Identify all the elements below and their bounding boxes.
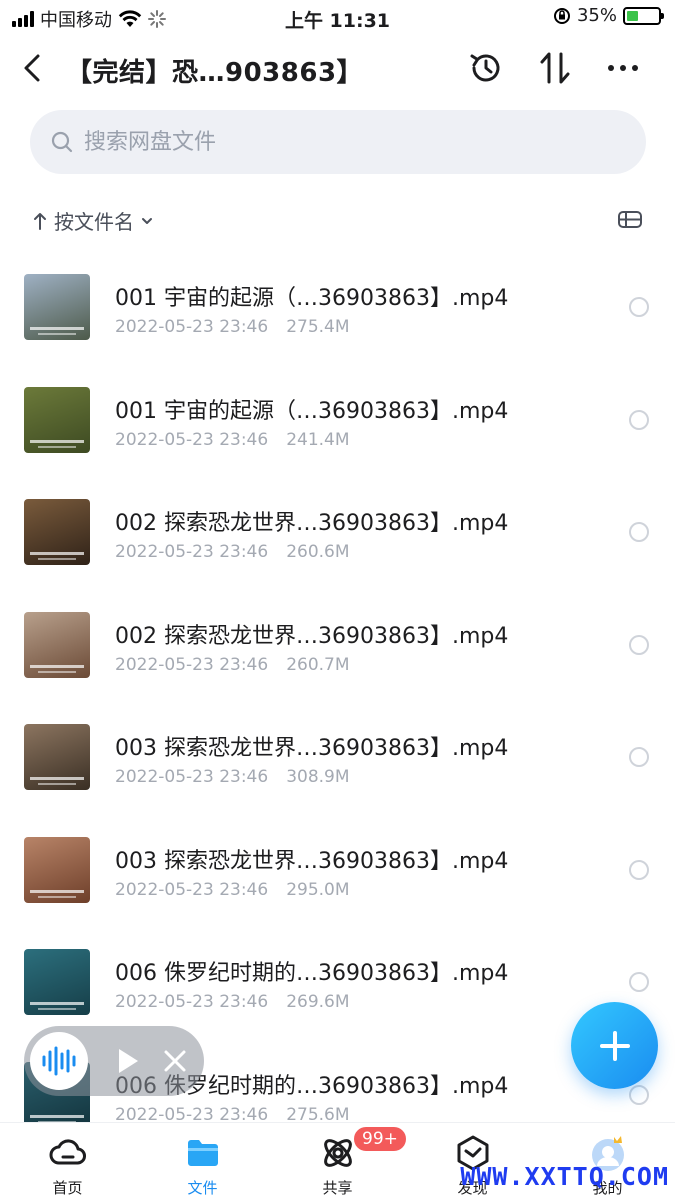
close-player-button[interactable]	[160, 1046, 190, 1076]
file-size: 260.7M	[286, 654, 350, 675]
select-radio[interactable]	[629, 1084, 649, 1105]
search-icon	[51, 131, 73, 153]
plus-icon	[599, 1030, 630, 1061]
sort-button[interactable]	[535, 48, 575, 88]
video-thumbnail	[24, 386, 90, 453]
select-radio[interactable]	[629, 297, 649, 317]
file-date: 2022-05-23 23:46	[115, 767, 269, 787]
sort-label: 按文件名	[54, 210, 134, 234]
view-mode-button[interactable]	[617, 208, 643, 232]
video-thumbnail	[24, 274, 90, 340]
file-meta: 2022-05-23 23:46 260.7M	[115, 655, 350, 675]
sort-by-name-button[interactable]: 按文件名	[32, 206, 154, 235]
tab-label: 首页	[52, 1179, 83, 1197]
list-view-icon	[618, 211, 642, 228]
file-meta: 2022-05-23 23:46 295.0M	[115, 880, 350, 900]
select-radio[interactable]	[629, 747, 649, 767]
more-button[interactable]	[603, 48, 643, 88]
more-icon	[608, 65, 638, 71]
file-size: 295.0M	[286, 879, 350, 900]
file-date: 2022-05-23 23:46	[115, 654, 269, 675]
file-row[interactable]: 002 探索恐龙世界…36903863】.mp4 2022-05-23 23:4…	[0, 588, 675, 701]
file-name: 003 探索恐龙世界…36903863】.mp4	[115, 736, 509, 761]
add-button[interactable]	[571, 1002, 658, 1089]
watermark: WWW.XXTTQ.COM	[460, 1162, 669, 1191]
file-row[interactable]: 003 探索恐龙世界…36903863】.mp4 2022-05-23 23:4…	[0, 813, 675, 926]
file-name: 002 探索恐龙世界…36903863】.mp4	[115, 511, 509, 536]
orientation-lock-icon	[553, 7, 570, 24]
file-date: 2022-05-23 23:46	[115, 429, 269, 450]
file-name: 006 侏罗纪时期的…36903863】.mp4	[115, 961, 509, 986]
tab-home[interactable]: 首页	[0, 1123, 135, 1200]
sound-wave-icon	[42, 1046, 76, 1076]
search-bar[interactable]	[30, 110, 646, 174]
search-input[interactable]	[84, 129, 584, 155]
file-size: 308.9M	[286, 767, 350, 787]
file-date: 2022-05-23 23:46	[115, 879, 269, 900]
battery-percent: 35%	[576, 5, 617, 26]
file-row[interactable]: 002 探索恐龙世界…36903863】.mp4 2022-05-23 23:4…	[0, 475, 675, 588]
history-icon	[470, 54, 500, 82]
tab-share[interactable]: 共享 99+	[270, 1123, 408, 1200]
file-date: 2022-05-23 23:46	[115, 992, 269, 1012]
file-meta: 2022-05-23 23:46 241.4M	[115, 430, 350, 450]
select-radio[interactable]	[629, 859, 649, 880]
folder-icon	[183, 1133, 223, 1173]
video-thumbnail	[24, 611, 90, 678]
mini-player[interactable]	[24, 1026, 204, 1096]
select-radio[interactable]	[629, 972, 649, 992]
play-button[interactable]	[112, 1046, 142, 1076]
file-size: 269.6M	[286, 992, 350, 1012]
tab-label: 共享	[322, 1179, 353, 1197]
file-meta: 2022-05-23 23:46 260.6M	[115, 542, 350, 562]
battery-fill	[627, 10, 638, 21]
back-button[interactable]	[18, 48, 50, 88]
chevron-down-icon	[142, 217, 152, 224]
select-radio[interactable]	[629, 409, 649, 430]
file-date: 2022-05-23 23:46	[115, 317, 269, 337]
sort-bar: 按文件名	[0, 200, 675, 240]
video-thumbnail	[24, 836, 90, 903]
video-thumbnail	[24, 949, 90, 1015]
notification-badge: 99+	[352, 1125, 408, 1153]
file-name: 003 探索恐龙世界…36903863】.mp4	[115, 848, 509, 874]
status-bar: 中国移动 上午 11:31 35%	[0, 0, 675, 34]
page-title: 【完结】恐…903863】	[66, 58, 364, 88]
history-button[interactable]	[466, 48, 506, 88]
chevron-left-icon	[24, 54, 40, 82]
file-name: 001 宇宙的起源（…36903863】.mp4	[115, 286, 509, 311]
play-icon	[119, 1049, 138, 1073]
select-radio[interactable]	[629, 522, 649, 542]
file-row[interactable]: 003 探索恐龙世界…36903863】.mp4 2022-05-23 23:4…	[0, 700, 675, 813]
file-row[interactable]: 006 侏罗纪时期的…36903863】.mp4 2022-05-23 23:4…	[0, 925, 675, 1038]
video-thumbnail	[24, 724, 90, 790]
cloud-icon	[48, 1133, 88, 1173]
file-date: 2022-05-23 23:46	[115, 542, 269, 562]
video-thumbnail	[24, 499, 90, 565]
file-meta: 2022-05-23 23:46 269.6M	[115, 992, 350, 1012]
file-name: 002 探索恐龙世界…36903863】.mp4	[115, 623, 509, 649]
file-size: 260.6M	[286, 542, 350, 562]
tab-label: 文件	[187, 1179, 218, 1197]
sort-arrows-icon	[540, 52, 570, 84]
file-size: 241.4M	[286, 429, 350, 450]
header: 【完结】恐…903863】	[0, 40, 675, 96]
close-icon	[164, 1050, 186, 1072]
arrow-up-icon	[34, 212, 46, 230]
player-wave-button[interactable]	[30, 1032, 88, 1090]
file-row[interactable]: 001 宇宙的起源（…36903863】.mp4 2022-05-23 23:4…	[0, 250, 675, 363]
tab-files[interactable]: 文件	[135, 1123, 270, 1200]
file-meta: 2022-05-23 23:46 308.9M	[115, 767, 350, 787]
file-size: 275.4M	[286, 317, 350, 337]
status-right: 35%	[553, 5, 664, 26]
file-list: 001 宇宙的起源（…36903863】.mp4 2022-05-23 23:4…	[0, 250, 675, 1150]
file-meta: 2022-05-23 23:46 275.4M	[115, 317, 350, 337]
file-row[interactable]: 001 宇宙的起源（…36903863】.mp4 2022-05-23 23:4…	[0, 363, 675, 476]
battery-icon	[623, 6, 664, 25]
select-radio[interactable]	[629, 634, 649, 655]
file-name: 001 宇宙的起源（…36903863】.mp4	[115, 398, 509, 424]
